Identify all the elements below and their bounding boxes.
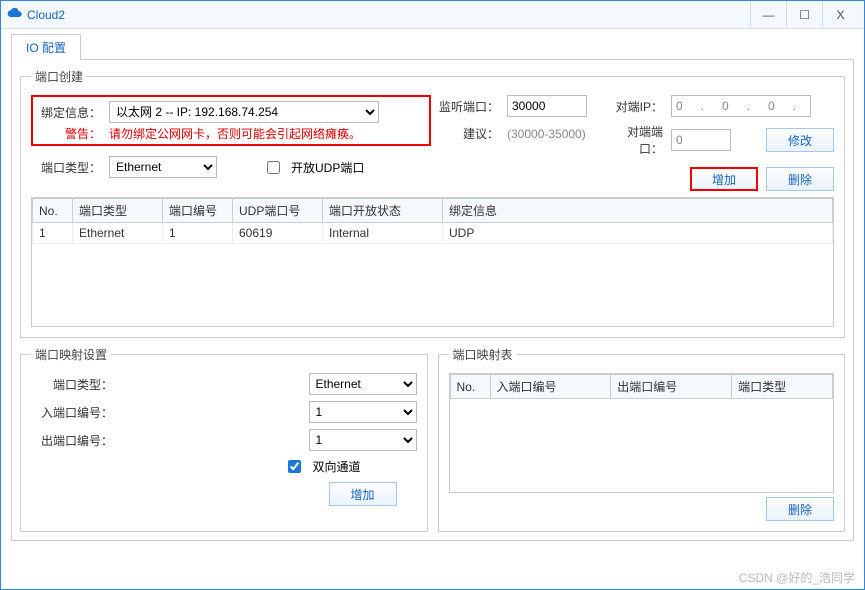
client-area: IO 配置 端口创建 绑定信息： 以太网 2 -- IP: 192.168.74…: [1, 29, 864, 549]
bind-select[interactable]: 以太网 2 -- IP: 192.168.74.254: [109, 101, 379, 123]
mt-th-no: No.: [450, 375, 490, 399]
ms-add-button[interactable]: 增加: [329, 482, 397, 506]
ms-in-select[interactable]: 1: [309, 401, 417, 423]
listen-input[interactable]: [507, 95, 587, 117]
th-type: 端口类型: [73, 199, 163, 223]
bi-checkbox[interactable]: [288, 460, 301, 473]
th-udp: UDP端口号: [233, 199, 323, 223]
window-title: Cloud2: [27, 8, 65, 22]
add-button[interactable]: 增加: [690, 167, 758, 191]
port-type-label: 端口类型：: [31, 159, 101, 176]
mt-th-type: 端口类型: [732, 375, 833, 399]
bind-label: 绑定信息：: [39, 104, 101, 121]
map-table-group: 端口映射表 No. 入端口编号 出端口编号 端口类型 删除: [438, 346, 846, 532]
maximize-button[interactable]: ☐: [786, 1, 822, 28]
hint-label: 建议：: [439, 125, 499, 142]
mt-delete-button[interactable]: 删除: [766, 497, 834, 521]
warn-text: 请勿绑定公网网卡，否则可能会引起网络瘫痪。: [109, 125, 361, 142]
th-id: 端口编号: [163, 199, 233, 223]
listen-label: 监听端口：: [439, 98, 499, 115]
peer-ip-label: 对端IP：: [607, 98, 663, 115]
open-udp-checkbox[interactable]: [267, 161, 280, 174]
tab-io-config[interactable]: IO 配置: [11, 34, 81, 60]
bi-label: 双向通道: [312, 458, 360, 475]
warn-label: 警告：: [39, 125, 101, 142]
ms-port-type-select[interactable]: Ethernet: [309, 373, 417, 395]
peer-port-label: 对端端口：: [607, 123, 663, 157]
ms-out-label: 出端口编号：: [31, 432, 113, 449]
th-bind: 绑定信息: [443, 199, 833, 223]
th-no: No.: [33, 199, 73, 223]
titlebar: Cloud2 — ☐ X: [1, 1, 864, 29]
ms-port-type-label: 端口类型：: [31, 376, 113, 393]
hint-text: (30000-35000): [507, 127, 586, 141]
port-table: No. 端口类型 端口编号 UDP端口号 端口开放状态 绑定信息 1 Ether…: [31, 197, 834, 327]
mt-th-out: 出端口编号: [611, 375, 732, 399]
app-window: Cloud2 — ☐ X IO 配置 端口创建 绑定信息： 以太网 2 -- I: [0, 0, 865, 590]
ms-out-select[interactable]: 1: [309, 429, 417, 451]
th-status: 端口开放状态: [323, 199, 443, 223]
port-create-legend: 端口创建: [31, 68, 87, 85]
delete-button[interactable]: 删除: [766, 167, 834, 191]
tab-body: 端口创建 绑定信息： 以太网 2 -- IP: 192.168.74.254: [11, 59, 854, 541]
map-table: No. 入端口编号 出端口编号 端口类型: [449, 373, 835, 493]
peer-ip-input[interactable]: [671, 95, 811, 117]
ms-in-label: 入端口编号：: [31, 404, 113, 421]
mt-th-in: 入端口编号: [490, 375, 611, 399]
map-table-legend: 端口映射表: [449, 346, 517, 363]
peer-port-input[interactable]: [671, 129, 731, 151]
app-icon: [7, 5, 23, 24]
map-set-legend: 端口映射设置: [31, 346, 111, 363]
open-udp-label: 开放UDP端口: [291, 159, 364, 176]
port-type-select[interactable]: Ethernet: [109, 156, 217, 178]
modify-button[interactable]: 修改: [766, 128, 834, 152]
map-set-group: 端口映射设置 端口类型： Ethernet 入端口编号： 1: [20, 346, 428, 532]
close-button[interactable]: X: [822, 1, 858, 28]
port-create-group: 端口创建 绑定信息： 以太网 2 -- IP: 192.168.74.254: [20, 68, 845, 338]
minimize-button[interactable]: —: [750, 1, 786, 28]
watermark: CSDN @好的_浩同学: [739, 569, 855, 586]
table-row[interactable]: 1 Ethernet 1 60619 Internal UDP: [33, 223, 833, 244]
